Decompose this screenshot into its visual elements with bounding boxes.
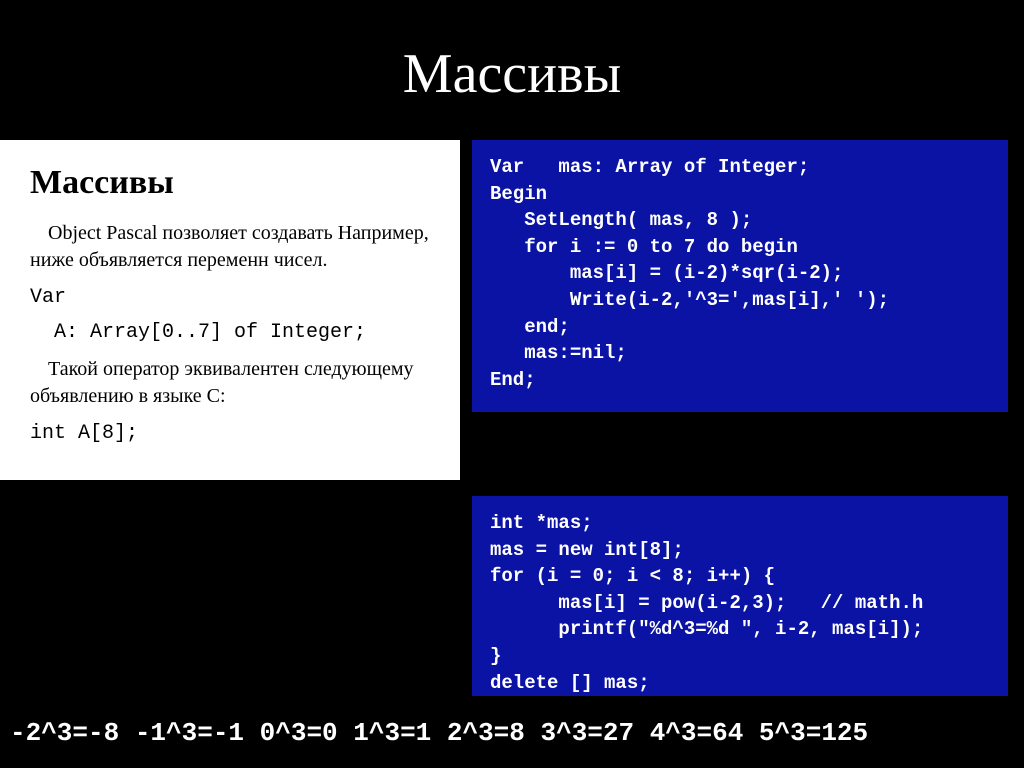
slide-title: Массивы [0, 0, 1024, 128]
slide: Массивы Массивы Object Pascal позволяет … [0, 0, 1024, 768]
doc-code-var-line1: Var [30, 284, 438, 311]
doc-paragraph-1: Object Pascal позволяет создавать Наприм… [30, 220, 438, 274]
doc-code-c: int A[8]; [30, 420, 438, 447]
c-code-block: int *mas; mas = new int[8]; for (i = 0; … [472, 496, 1008, 696]
program-output: -2^3=-8 -1^3=-1 0^3=0 1^3=1 2^3=8 3^3=27… [10, 718, 868, 748]
pascal-code-block: Var mas: Array of Integer; Begin SetLeng… [472, 140, 1008, 412]
doc-paragraph-2: Такой оператор эквивалентен следующему о… [30, 356, 438, 410]
doc-heading: Массивы [30, 160, 438, 206]
doc-excerpt: Массивы Object Pascal позволяет создават… [0, 140, 460, 480]
doc-code-var-line2: A: Array[0..7] of Integer; [30, 319, 438, 346]
